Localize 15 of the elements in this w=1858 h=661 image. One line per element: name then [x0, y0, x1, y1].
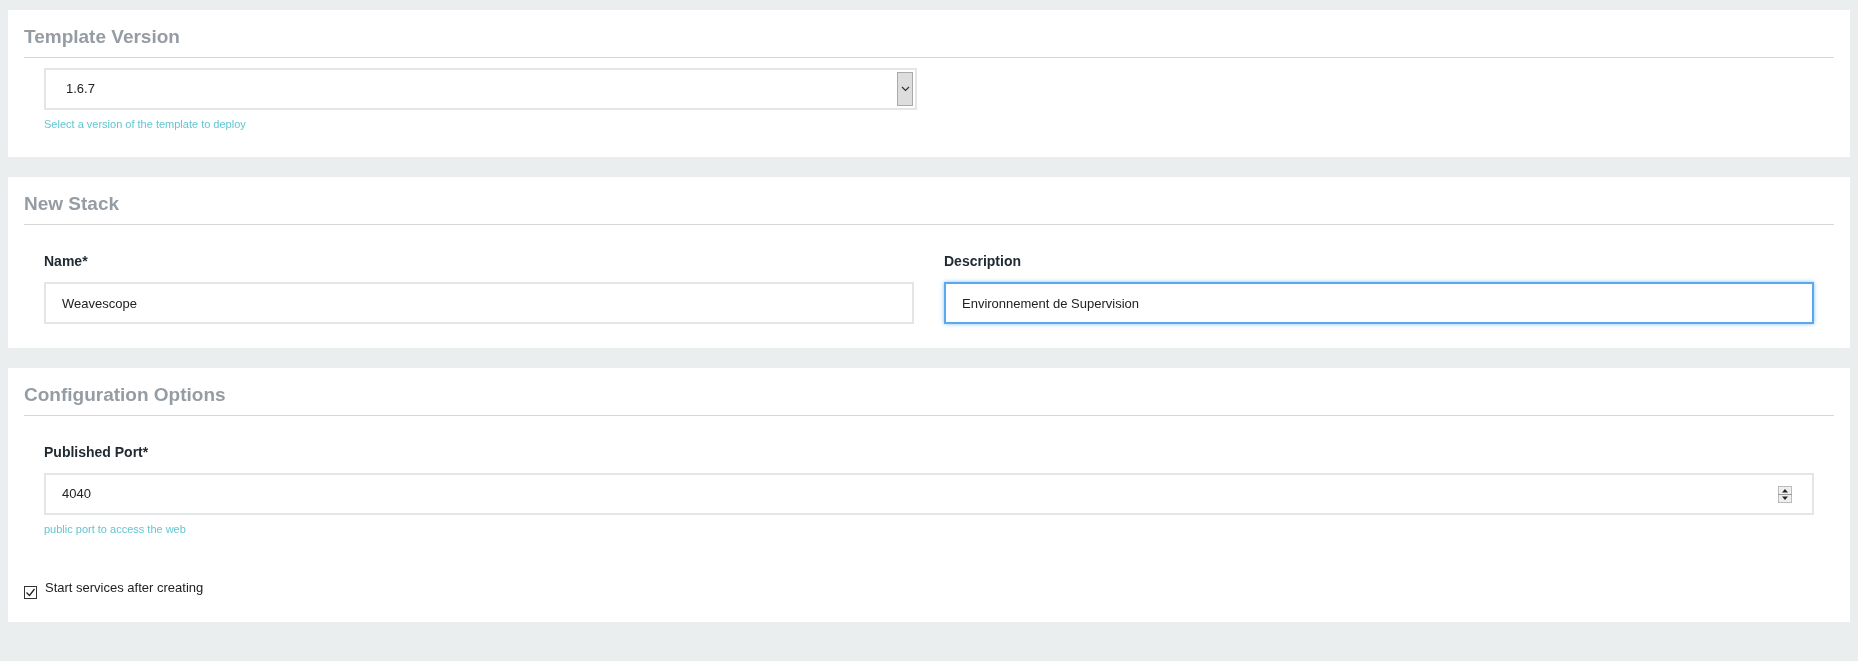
section-title: New Stack: [24, 193, 1834, 226]
caret-icon[interactable]: [897, 71, 913, 106]
help-text: public port to access the web: [44, 521, 186, 537]
version-select[interactable]: 1.6.7: [44, 67, 917, 110]
field-label: Name*: [44, 252, 88, 272]
text-input[interactable]: Weavescope: [44, 282, 914, 325]
section-title: Configuration Options: [24, 384, 1834, 416]
port-input[interactable]: 4040: [44, 472, 1814, 515]
checkbox-label: Start services after creating: [45, 579, 204, 598]
section-title: Template Version: [24, 26, 1834, 58]
spinner-icon[interactable]: [1778, 483, 1792, 501]
field-label: Published Port*: [44, 442, 149, 462]
field-label: Description: [944, 252, 1021, 272]
help-text: Select a version of the template to deploy: [44, 116, 246, 132]
text-input[interactable]: Environnement de Supervision: [944, 282, 1814, 325]
